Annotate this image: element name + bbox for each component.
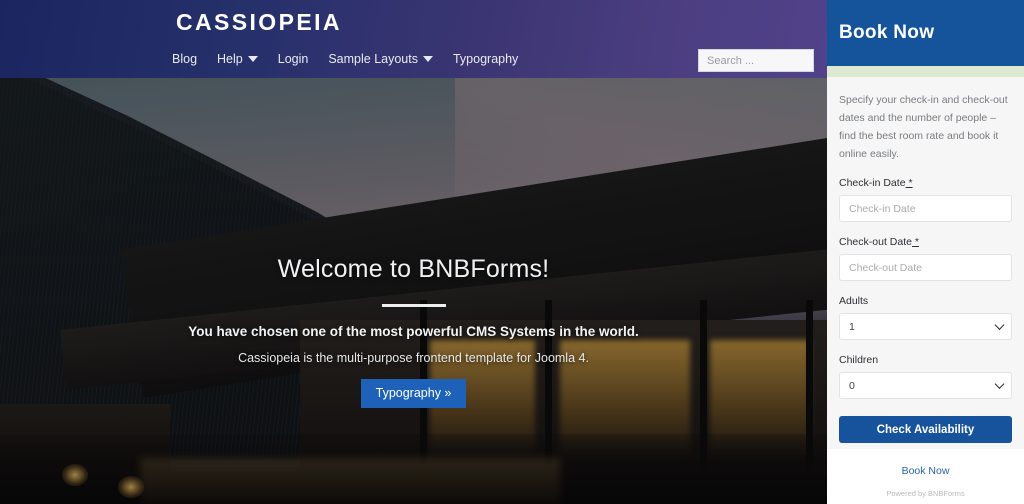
hero-subtitle-secondary: Cassiopeia is the multi-purpose frontend…: [238, 351, 589, 365]
page-title: Welcome to BNBForms!: [277, 255, 550, 283]
main-navigation: Blog Help Login Sample Layouts Typograph…: [172, 52, 518, 66]
nav-item-login[interactable]: Login: [278, 52, 309, 66]
field-check-in-date: Check-in Date *: [839, 177, 1012, 223]
site-header: CASSIOPEIA Blog Help Login Sample Layout…: [0, 0, 827, 78]
check-in-date-input[interactable]: [839, 195, 1012, 223]
nav-item-label: Blog: [172, 52, 198, 66]
title-divider: [381, 304, 446, 307]
adults-select-wrapper: 1: [839, 313, 1012, 341]
hero-subtitle-primary: You have chosen one of the most powerful…: [188, 324, 639, 339]
booking-form: Specify your check-in and check-out date…: [827, 77, 1024, 449]
hero-text-block: Welcome to BNBForms! You have chosen one…: [0, 255, 827, 408]
children-select[interactable]: 0: [839, 372, 1012, 400]
nav-item-typography[interactable]: Typography: [453, 52, 518, 66]
children-select-wrapper: 0: [839, 372, 1012, 400]
panel-title: Book Now: [839, 22, 935, 43]
page-root: CASSIOPEIA Blog Help Login Sample Layout…: [0, 0, 1024, 504]
field-label: Children: [839, 354, 879, 367]
nav-item-blog[interactable]: Blog: [172, 52, 197, 66]
check-out-date-input[interactable]: [839, 254, 1012, 282]
nav-item-label: Typography: [452, 52, 519, 66]
panel-footer: Book Now Powered by BNBForms: [827, 449, 1024, 504]
check-availability-button[interactable]: Check Availability: [839, 416, 1012, 444]
nav-item-sample-layouts[interactable]: Sample Layouts: [328, 52, 433, 66]
field-adults: Adults 1: [839, 295, 1012, 341]
powered-by-label: Powered by BNBForms: [886, 489, 965, 498]
chevron-down-icon: [247, 56, 258, 62]
book-now-link[interactable]: Book Now: [827, 465, 1024, 477]
field-label: Adults: [839, 295, 869, 308]
search-input[interactable]: [707, 54, 813, 67]
field-label: Check-out Date *: [839, 236, 1012, 248]
children-select-value: 0: [849, 379, 855, 392]
adults-select-value: 1: [849, 320, 855, 333]
typography-button[interactable]: Typography »: [360, 379, 467, 408]
field-check-out-date: Check-out Date *: [839, 236, 1012, 282]
site-content: CASSIOPEIA Blog Help Login Sample Layout…: [0, 0, 827, 504]
field-label: Check-in Date *: [839, 177, 1012, 189]
search-box[interactable]: [698, 49, 814, 72]
field-label-text: Check-in Date: [839, 177, 906, 190]
booking-panel: Book Now Specify your check-in and check…: [827, 0, 1024, 504]
site-logo[interactable]: CASSIOPEIA: [176, 9, 342, 36]
adults-select[interactable]: 1: [839, 313, 1012, 341]
required-marker: *: [911, 236, 919, 249]
required-marker: *: [905, 177, 913, 190]
chevron-down-icon: [422, 56, 433, 62]
panel-header: Book Now: [827, 0, 1024, 66]
nav-item-label: Sample Layouts: [328, 52, 418, 66]
field-label-text: Check-out Date: [839, 236, 912, 249]
nav-item-label: Help: [217, 52, 243, 66]
panel-accent-bar: [827, 66, 1024, 77]
nav-item-label: Login: [277, 52, 309, 66]
panel-description: Specify your check-in and check-out date…: [839, 94, 1008, 161]
nav-item-help[interactable]: Help: [217, 52, 258, 66]
field-children: Children 0: [839, 354, 1012, 400]
